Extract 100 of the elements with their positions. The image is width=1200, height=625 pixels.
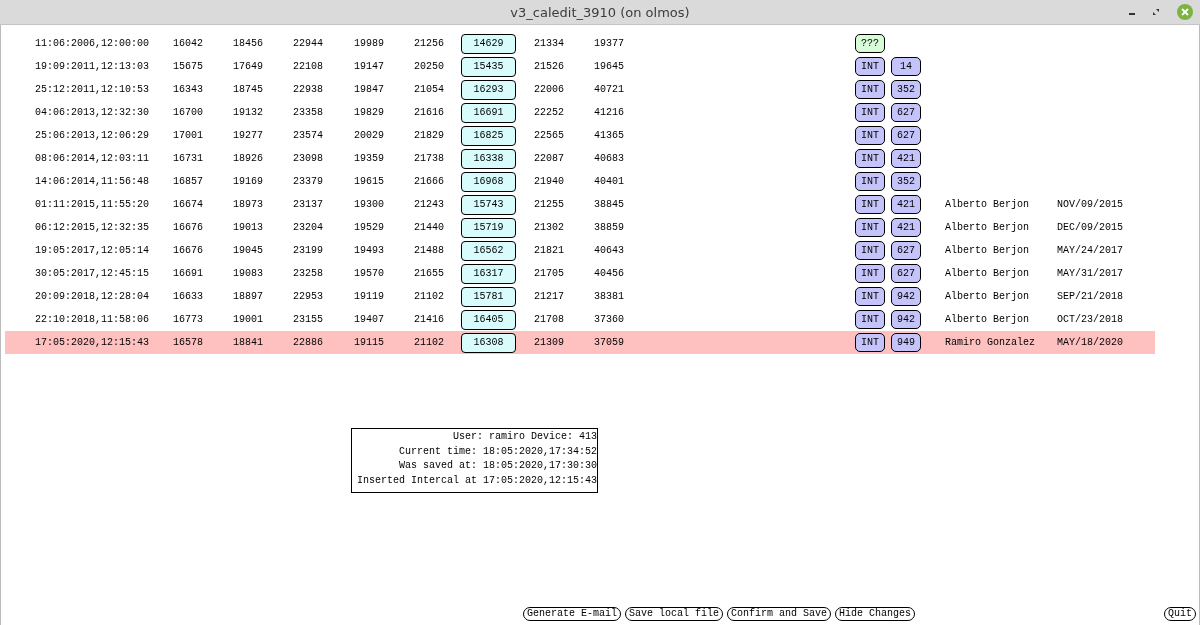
value-field[interactable]: 16338 — [461, 148, 516, 169]
table-row[interactable]: 30:05:2017,12:45:15 16691 19083 23258 19570 21655 16317 21705 40456 INT 627 Alberto Berjon MAY/31/2017 — [5, 262, 1155, 285]
tag-label[interactable]: INT — [855, 310, 885, 329]
table-cell: 19045 — [233, 245, 263, 256]
editor-name: Alberto Berjon — [945, 314, 1029, 325]
table-cell: 23137 — [293, 199, 323, 210]
table-row[interactable]: 14:06:2014,11:56:48 16857 19169 23379 19615 21666 16968 21940 40401 INT 352 — [5, 170, 1155, 193]
value-field[interactable]: 16562 — [461, 240, 516, 261]
value-field[interactable]: 15719 — [461, 217, 516, 238]
tag-label[interactable]: 949 — [891, 333, 921, 352]
table-row[interactable]: 01:11:2015,11:55:20 16674 18973 23137 19300 21243 15743 21255 38845 INT 421 Alberto Berjon NOV/09/2015 — [5, 193, 1155, 216]
timestamp-cell: 30:05:2017,12:45:15 — [35, 268, 150, 279]
timestamp-cell: 19:09:2011,12:13:03 — [35, 61, 150, 72]
table-cell: 16691 — [173, 268, 203, 279]
table-cell: 22565 — [534, 130, 564, 141]
tag-label[interactable]: 942 — [891, 287, 921, 306]
table-cell: 20029 — [354, 130, 384, 141]
table-cell: 19989 — [354, 38, 384, 49]
table-row[interactable]: 19:09:2011,12:13:03 15675 17649 22108 19147 20250 15435 21526 19645 INT 14 — [5, 55, 1155, 78]
table-cell: 16578 — [173, 337, 203, 348]
editor-name: Alberto Berjon — [945, 268, 1029, 279]
table-row[interactable]: 25:12:2011,12:10:53 16343 18745 22938 19847 21054 16293 22006 40721 INT 352 — [5, 78, 1155, 101]
info-line: Current time: 18:05:2020,17:34:52 — [397, 444, 597, 459]
table-cell: 21738 — [414, 153, 444, 164]
tag-label[interactable]: 352 — [891, 80, 921, 99]
tag-label[interactable]: 14 — [891, 57, 921, 76]
table-row[interactable]: 11:06:2006,12:00:00 16042 18456 22944 19989 21256 14629 21334 19377 ??? — [5, 32, 1155, 55]
value-field[interactable]: 16968 — [461, 171, 516, 192]
action-button[interactable]: Save local file — [625, 607, 724, 621]
maximize-icon[interactable] — [1152, 8, 1160, 16]
value-field[interactable]: 15743 — [461, 194, 516, 215]
table-cell: 19277 — [233, 130, 263, 141]
tag-label[interactable]: INT — [855, 80, 885, 99]
tag-label[interactable]: INT — [855, 126, 885, 145]
tag-label[interactable]: 421 — [891, 149, 921, 168]
table-cell: 37059 — [594, 337, 624, 348]
table-row[interactable]: 20:09:2018,12:28:04 16633 18897 22953 19119 21102 15781 21217 38381 INT 942 Alberto Berjon SEP/21/2018 — [5, 285, 1155, 308]
tag-label[interactable]: ??? — [855, 34, 885, 53]
tag-label[interactable]: 627 — [891, 103, 921, 122]
value-field[interactable]: 14629 — [461, 33, 516, 54]
table-row[interactable]: 04:06:2013,12:32:30 16700 19132 23358 19829 21616 16691 22252 41216 INT 627 — [5, 101, 1155, 124]
tag-label[interactable]: 421 — [891, 195, 921, 214]
table-cell: 23199 — [293, 245, 323, 256]
tag-label[interactable]: 352 — [891, 172, 921, 191]
tag-label[interactable]: INT — [855, 241, 885, 260]
table-cell: 23358 — [293, 107, 323, 118]
tag-label[interactable]: 627 — [891, 241, 921, 260]
value-field[interactable]: 16691 — [461, 102, 516, 123]
table-cell: 21243 — [414, 199, 444, 210]
tag-label[interactable]: INT — [855, 287, 885, 306]
table-cell: 21102 — [414, 291, 444, 302]
table-row[interactable]: 25:06:2013,12:06:29 17001 19277 23574 20029 21829 16825 22565 41365 INT 627 — [5, 124, 1155, 147]
tag-label[interactable]: INT — [855, 195, 885, 214]
tag-label[interactable]: INT — [855, 333, 885, 352]
table-row[interactable]: 22:10:2018,11:58:06 16773 19001 23155 19407 21416 16405 21708 37360 INT 942 Alberto Berjon OCT/23/2018 — [5, 308, 1155, 331]
value-field[interactable]: 16293 — [461, 79, 516, 100]
table-cell: 19377 — [594, 38, 624, 49]
timestamp-cell: 22:10:2018,11:58:06 — [35, 314, 150, 325]
tag-label[interactable]: INT — [855, 57, 885, 76]
table-cell: 18841 — [233, 337, 263, 348]
tag-label[interactable]: 421 — [891, 218, 921, 237]
tag-label[interactable]: INT — [855, 264, 885, 283]
table-cell: 20250 — [414, 61, 444, 72]
table-row[interactable]: 08:06:2014,12:03:11 16731 18926 23098 19359 21738 16338 22087 40683 INT 421 — [5, 147, 1155, 170]
value-field[interactable]: 16825 — [461, 125, 516, 146]
timestamp-cell: 19:05:2017,12:05:14 — [35, 245, 150, 256]
value-field[interactable]: 16405 — [461, 309, 516, 330]
value-field[interactable]: 15781 — [461, 286, 516, 307]
tag-label[interactable]: INT — [855, 149, 885, 168]
table-cell: 22252 — [534, 107, 564, 118]
value-field[interactable]: 16308 — [461, 332, 516, 353]
info-line: Was saved at: 18:05:2020,17:30:30 — [397, 459, 597, 473]
table-row[interactable]: 19:05:2017,12:05:14 16676 19045 23199 19493 21488 16562 21821 40643 INT 627 Alberto Berjon MAY/24/2017 — [5, 239, 1155, 262]
table-cell: 19615 — [354, 176, 384, 187]
action-button[interactable]: Generate E-mail — [523, 607, 621, 621]
tag-label[interactable]: 627 — [891, 264, 921, 283]
tag-label[interactable]: INT — [855, 172, 885, 191]
timestamp-cell: 04:06:2013,12:32:30 — [35, 107, 150, 118]
value-field[interactable]: 16317 — [461, 263, 516, 284]
table-cell: 17649 — [233, 61, 263, 72]
edit-date: MAY/31/2017 — [1057, 268, 1123, 279]
tag-label[interactable]: INT — [855, 218, 885, 237]
table-row[interactable]: 06:12:2015,12:32:35 16676 19013 23204 19529 21440 15719 21302 38859 INT 421 Alberto Berjon DEC/09/2015 — [5, 216, 1155, 239]
table-row[interactable]: 17:05:2020,12:15:43 16578 18841 22886 19115 21102 16308 21309 37059 INT 949 Ramiro Gonzalez MAY/18/2020 — [5, 331, 1155, 354]
action-button[interactable]: Hide Changes — [835, 607, 916, 621]
table-cell: 19119 — [354, 291, 384, 302]
table-cell: 21256 — [414, 38, 444, 49]
table-cell: 21255 — [534, 199, 564, 210]
value-field[interactable]: 15435 — [461, 56, 516, 77]
action-button[interactable]: Confirm and Save — [727, 607, 832, 621]
table-cell: 22953 — [293, 291, 323, 302]
table-cell: 19147 — [354, 61, 384, 72]
table-cell: 19115 — [354, 337, 384, 348]
tag-label[interactable]: 627 — [891, 126, 921, 145]
tag-label[interactable]: INT — [855, 103, 885, 122]
table-cell: 41216 — [594, 107, 624, 118]
quit-button[interactable]: Quit — [1164, 607, 1196, 621]
table-cell: 21666 — [414, 176, 444, 187]
tag-label[interactable]: 942 — [891, 310, 921, 329]
window-title: v3_caledit_3910 (on olmos) — [510, 4, 690, 20]
